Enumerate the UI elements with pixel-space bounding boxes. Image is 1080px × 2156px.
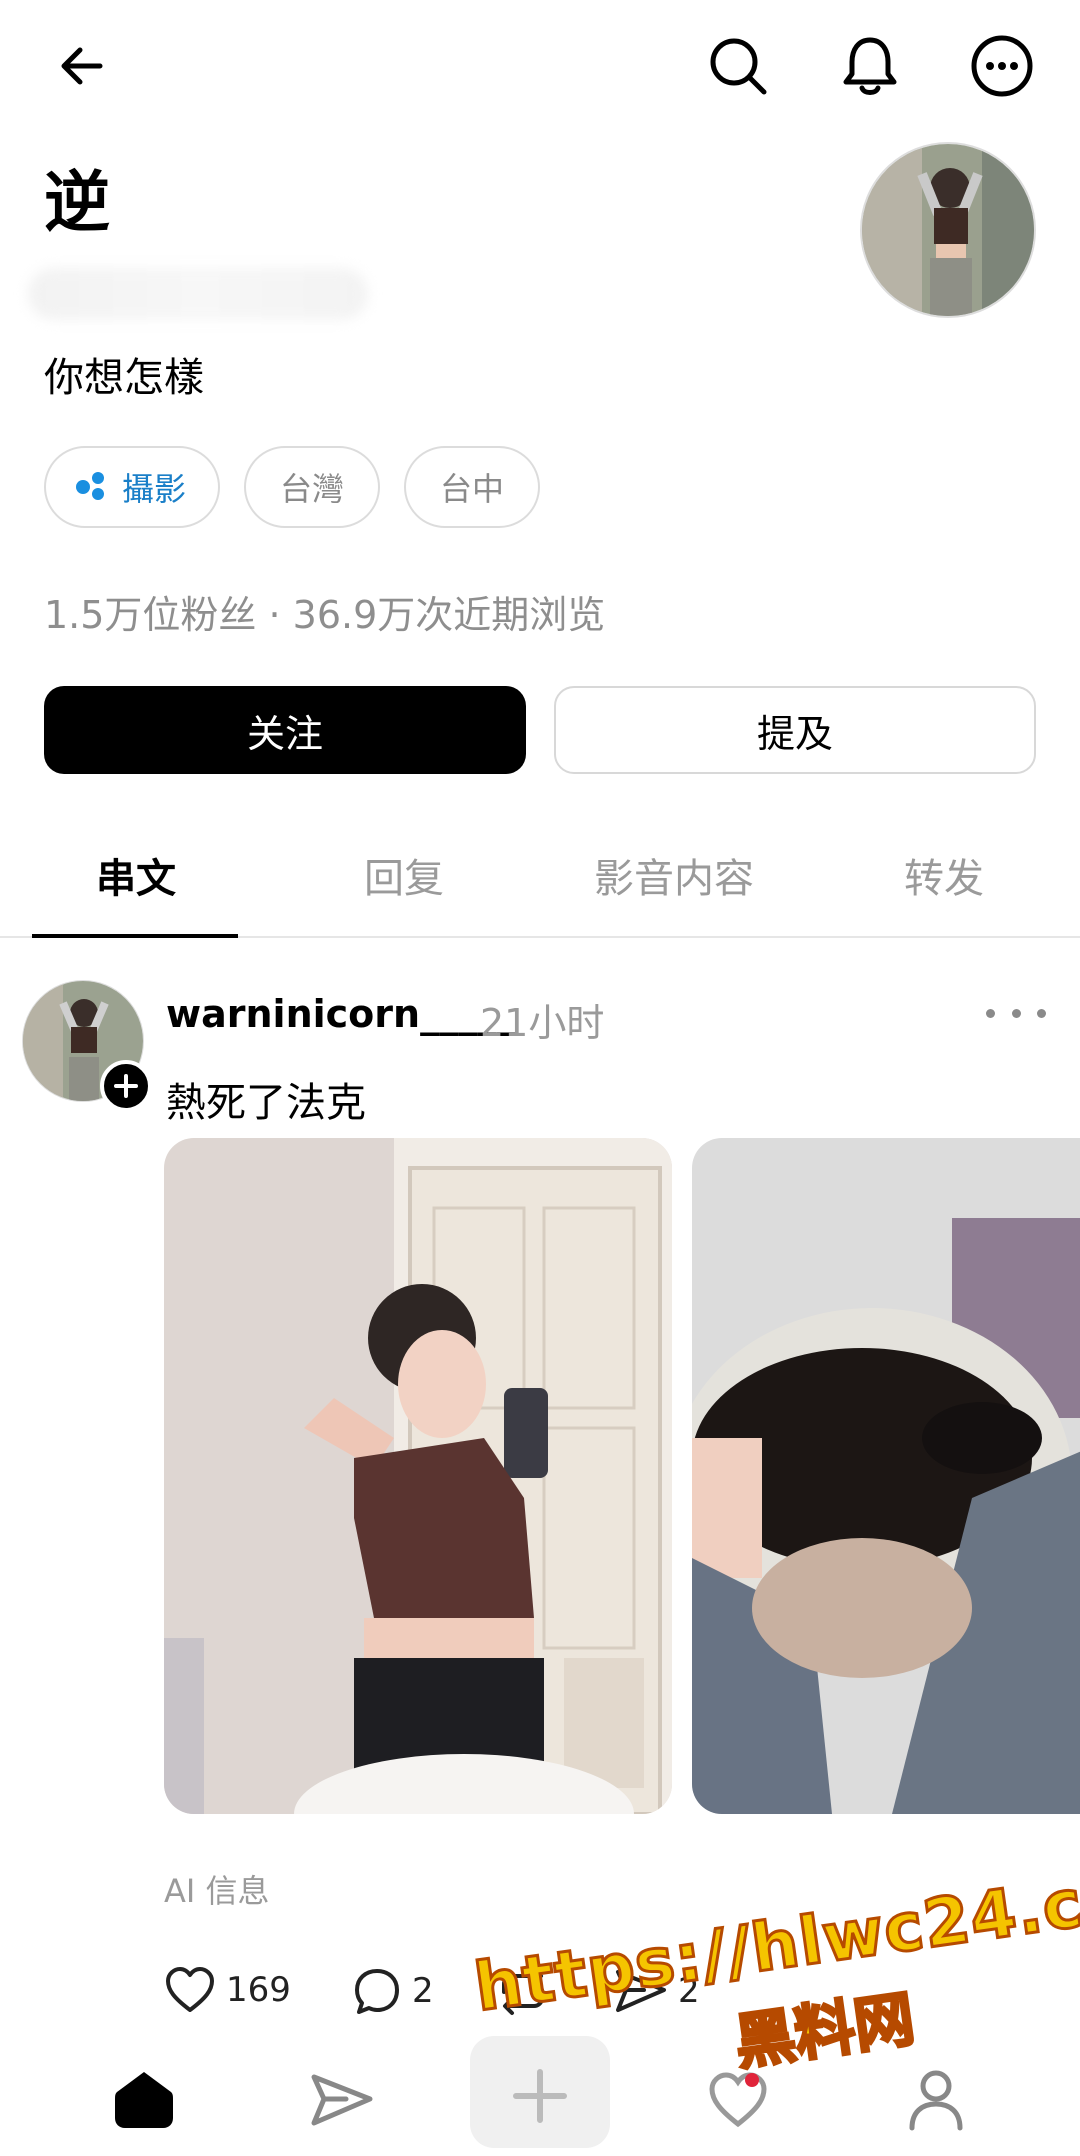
tab-media[interactable]: 影音内容 <box>594 846 754 904</box>
chip-topic-photography[interactable]: 攝影 <box>44 446 221 528</box>
repost-button[interactable] <box>496 1966 560 2016</box>
share-button[interactable]: 2 <box>614 1966 700 2016</box>
ai-info-label[interactable]: AI 信息 <box>164 1866 270 1912</box>
comment-icon <box>355 1969 399 2014</box>
bell-icon <box>843 37 897 95</box>
mention-button[interactable]: 提及 <box>554 686 1036 774</box>
profile-tabs: 串文 回复 影音内容 转发 <box>0 834 1080 938</box>
heart-icon <box>709 2072 767 2128</box>
arrow-left-icon <box>61 47 103 85</box>
profile-icon <box>909 2070 963 2131</box>
chip-label: 台中 <box>440 470 505 508</box>
comment-count: 2 <box>412 1971 434 2011</box>
post-text: 熱死了法克 <box>166 1080 366 1126</box>
chip-label: 攝影 <box>122 470 187 508</box>
nav-profile[interactable] <box>886 2050 986 2150</box>
post-time: 21小时 <box>480 1001 605 1045</box>
topic-dots-icon <box>76 470 110 504</box>
comment-button[interactable]: 2 <box>352 1966 434 2016</box>
chip-location-taiwan[interactable]: 台灣 <box>244 446 381 528</box>
blurred-username <box>28 268 368 320</box>
tab-reposts[interactable]: 转发 <box>904 846 984 904</box>
search-icon <box>710 38 767 95</box>
watermark-url: https://hlwc24.com <box>469 1847 1080 2028</box>
profile-bio: 你想怎樣 <box>44 355 204 401</box>
send-icon <box>311 2074 373 2126</box>
like-button[interactable]: 169 <box>164 1966 291 2014</box>
profile-name: 逆 <box>44 164 110 241</box>
follow-button[interactable]: 关注 <box>44 686 526 774</box>
chip-location-taichung[interactable]: 台中 <box>404 446 541 528</box>
profile-stats[interactable]: 1.5万位粉丝 · 36.9万次近期浏览 <box>44 584 605 639</box>
profile-avatar[interactable] <box>860 142 1036 318</box>
create-plus-icon <box>513 2069 567 2123</box>
post-photo-mirror-selfie[interactable] <box>164 1138 672 1814</box>
profile-chips: 攝影 台灣 台中 <box>44 446 541 528</box>
send-icon <box>616 1970 666 2012</box>
share-count: 2 <box>678 1971 700 2011</box>
follow-plus-badge[interactable] <box>100 1060 152 1112</box>
post-username[interactable]: warninicorn_____ <box>166 992 515 1036</box>
nav-home[interactable] <box>94 2050 194 2150</box>
plus-icon <box>114 1074 138 1098</box>
nav-activity[interactable] <box>688 2050 788 2150</box>
nav-send[interactable] <box>292 2050 392 2150</box>
post-photo-dog-bed[interactable] <box>692 1138 1080 1814</box>
like-count: 169 <box>226 1970 291 2010</box>
more-circle-icon <box>971 35 1033 97</box>
tab-replies[interactable]: 回复 <box>364 846 444 904</box>
notifications-button[interactable] <box>830 26 910 106</box>
chip-label: 台灣 <box>280 470 345 508</box>
more-options-button[interactable] <box>962 26 1042 106</box>
search-button[interactable] <box>698 26 778 106</box>
heart-icon <box>166 1967 214 2012</box>
tab-active-indicator <box>32 934 238 938</box>
back-button[interactable] <box>42 26 122 106</box>
home-icon <box>115 2072 173 2128</box>
nav-create-button[interactable] <box>470 2036 610 2148</box>
post-more-icon[interactable] <box>986 998 1046 1028</box>
repost-icon <box>502 1967 544 2015</box>
tab-threads[interactable]: 串文 <box>96 846 176 904</box>
